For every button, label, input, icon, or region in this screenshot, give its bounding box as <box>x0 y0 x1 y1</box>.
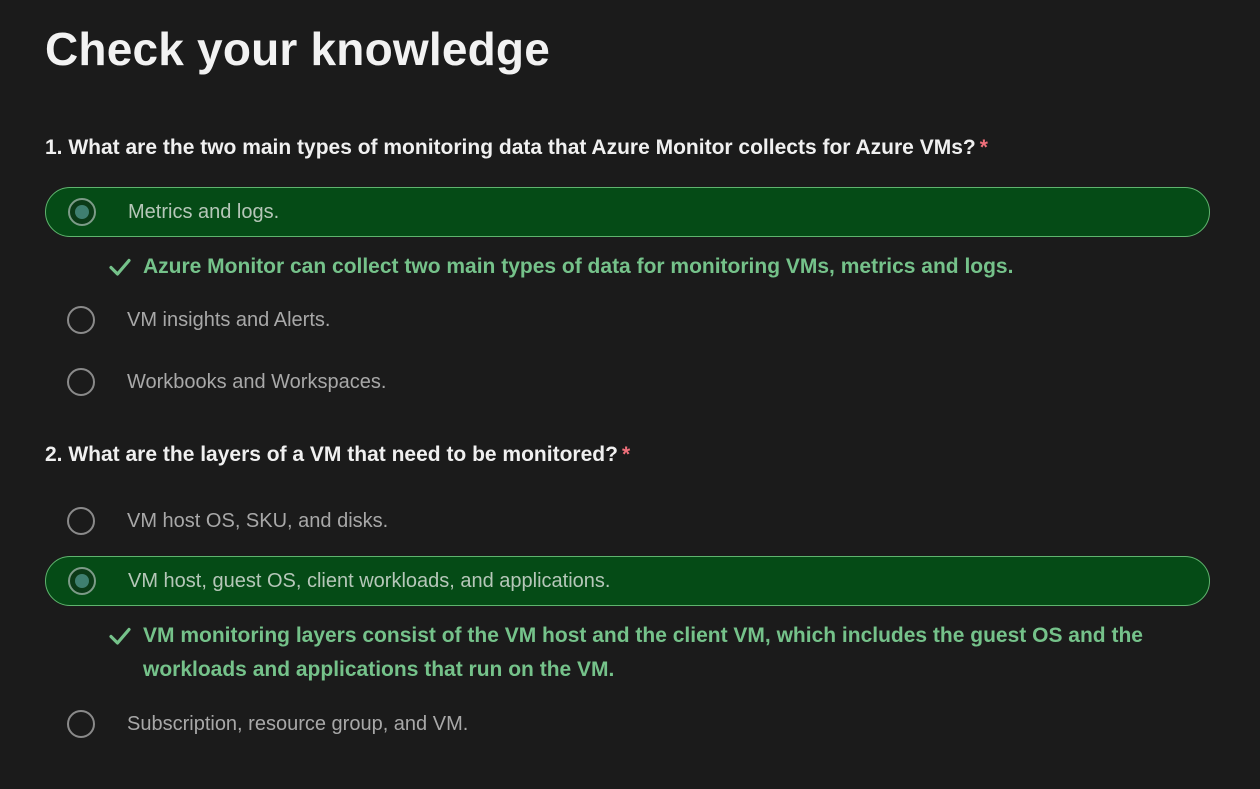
check-icon <box>109 627 131 645</box>
q1-feedback: Azure Monitor can collect two main types… <box>109 250 1149 284</box>
option-label: VM host, guest OS, client workloads, and… <box>128 569 611 592</box>
feedback-text: VM monitoring layers consist of the VM h… <box>143 624 1143 681</box>
radio-button-icon[interactable] <box>68 567 96 595</box>
question-1-text: 1. What are the two main types of monito… <box>45 136 976 159</box>
check-icon <box>109 258 131 276</box>
required-mark: * <box>621 443 631 466</box>
question-1: 1. What are the two main types of monito… <box>45 136 988 160</box>
option-label: VM insights and Alerts. <box>127 308 331 331</box>
radio-button-icon[interactable] <box>68 198 96 226</box>
q2-option-1[interactable]: VM host OS, SKU, and disks. <box>45 496 1210 546</box>
required-mark: * <box>979 136 988 159</box>
radio-selected-dot <box>75 205 89 219</box>
option-label: Subscription, resource group, and VM. <box>127 712 469 735</box>
question-2: 2. What are the layers of a VM that need… <box>45 443 630 467</box>
feedback-text: Azure Monitor can collect two main types… <box>143 255 1014 278</box>
page-title: Check your knowledge <box>45 23 551 75</box>
radio-button-icon[interactable] <box>67 306 95 334</box>
option-label: Workbooks and Workspaces. <box>127 370 387 393</box>
q2-feedback: VM monitoring layers consist of the VM h… <box>109 619 1149 687</box>
q2-option-3[interactable]: Subscription, resource group, and VM. <box>45 699 1210 749</box>
radio-button-icon[interactable] <box>67 368 95 396</box>
q1-option-2[interactable]: VM insights and Alerts. <box>45 295 1210 345</box>
q1-option-3[interactable]: Workbooks and Workspaces. <box>45 357 1210 407</box>
option-label: Metrics and logs. <box>128 200 280 223</box>
q2-option-2[interactable]: VM host, guest OS, client workloads, and… <box>45 556 1210 606</box>
q1-option-1[interactable]: Metrics and logs. <box>45 187 1210 237</box>
question-2-text: 2. What are the layers of a VM that need… <box>45 443 618 466</box>
radio-button-icon[interactable] <box>67 507 95 535</box>
radio-selected-dot <box>75 574 89 588</box>
radio-button-icon[interactable] <box>67 710 95 738</box>
option-label: VM host OS, SKU, and disks. <box>127 509 389 532</box>
